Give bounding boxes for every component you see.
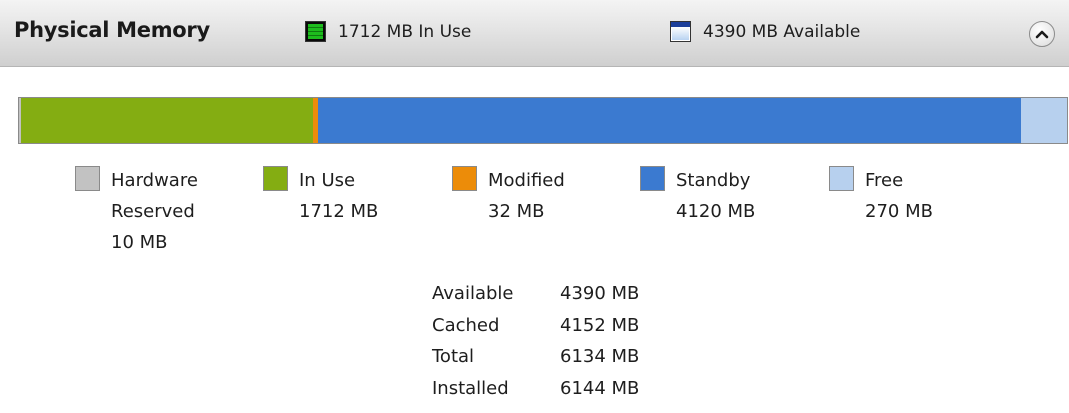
stat-row: Available 4390 MB xyxy=(432,278,639,310)
header-in-use-stat: 1712 MB In Use xyxy=(305,21,471,42)
header-available-stat: 4390 MB Available xyxy=(670,21,860,42)
bar-segment-standby xyxy=(318,98,1021,143)
free-swatch xyxy=(829,166,854,191)
header-available-text: 4390 MB Available xyxy=(703,21,861,42)
legend-label: Hardware xyxy=(111,170,198,191)
chevron-up-icon xyxy=(1035,30,1049,39)
legend-hardware-reserved: Hardware Reserved 10 MB xyxy=(75,166,198,258)
stat-row: Total 6134 MB xyxy=(432,341,639,373)
memory-stats-table: Available 4390 MB Cached 4152 MB Total 6… xyxy=(432,278,639,404)
stat-value: 4390 MB xyxy=(560,283,640,305)
legend-label: Modified xyxy=(488,170,565,191)
bar-segment-free xyxy=(1020,98,1067,143)
stat-value: 4152 MB xyxy=(560,314,640,336)
legend-label: Free xyxy=(865,170,904,191)
bar-segment-in-use xyxy=(20,98,313,143)
hardware-reserved-swatch xyxy=(75,166,100,191)
physical-memory-header: Physical Memory 1712 MB In Use 4390 MB A… xyxy=(0,0,1069,67)
stat-label: Total xyxy=(432,346,475,368)
stat-row: Cached 4152 MB xyxy=(432,310,639,342)
legend-value: 32 MB xyxy=(488,201,545,222)
stat-row: Installed 6144 MB xyxy=(432,373,639,405)
standby-swatch xyxy=(640,166,665,191)
legend-value: 1712 MB xyxy=(299,201,379,222)
modified-swatch xyxy=(452,166,477,191)
memory-usage-bar xyxy=(18,97,1068,144)
header-in-use-text: 1712 MB In Use xyxy=(338,21,472,42)
legend-value: 10 MB xyxy=(111,232,168,253)
stat-label: Available xyxy=(432,283,514,305)
collapse-button[interactable] xyxy=(1029,21,1055,47)
memory-available-icon xyxy=(670,21,691,42)
stat-value: 6134 MB xyxy=(560,346,640,368)
legend-value: 270 MB xyxy=(865,201,933,222)
stat-value: 6144 MB xyxy=(560,377,640,399)
legend-label: Standby xyxy=(676,170,751,191)
legend-standby: Standby 4120 MB xyxy=(640,166,755,227)
section-title: Physical Memory xyxy=(14,18,210,42)
legend-free: Free 270 MB xyxy=(829,166,933,227)
legend-modified: Modified 32 MB xyxy=(452,166,565,227)
legend-label: In Use xyxy=(299,170,356,191)
stat-label: Cached xyxy=(432,314,500,336)
legend-label: Reserved xyxy=(111,201,195,222)
in-use-swatch xyxy=(263,166,288,191)
memory-in-use-icon xyxy=(305,21,326,42)
legend-value: 4120 MB xyxy=(676,201,756,222)
legend-in-use: In Use 1712 MB xyxy=(263,166,378,227)
stat-label: Installed xyxy=(432,377,509,399)
